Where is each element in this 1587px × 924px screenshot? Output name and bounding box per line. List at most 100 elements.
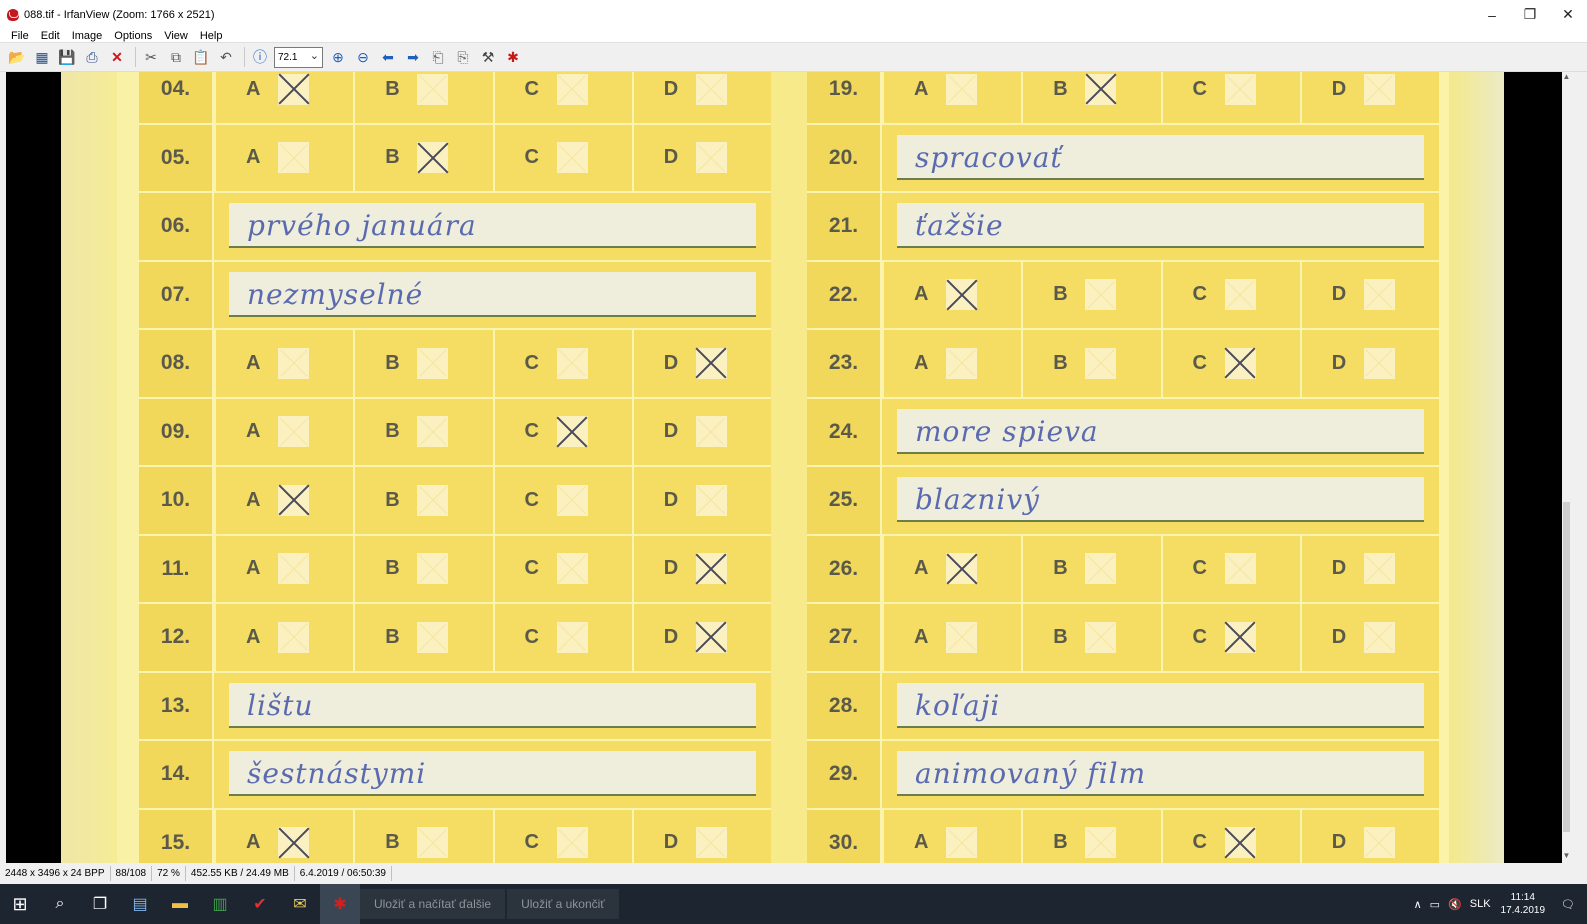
option-a: A — [884, 809, 1024, 863]
option-letter: B — [385, 488, 400, 511]
option-letter: B — [1053, 77, 1068, 100]
restore-button[interactable]: ❐ — [1511, 0, 1549, 29]
empty-box — [417, 416, 449, 448]
option-letter: B — [385, 351, 400, 374]
handwritten-answer: spracovať — [915, 140, 1063, 174]
menu-edit[interactable]: Edit — [35, 29, 66, 43]
empty-box — [1224, 553, 1256, 585]
answer-field: lištu — [229, 682, 756, 728]
question-number: 24. — [807, 398, 882, 465]
delete-icon[interactable]: ✕ — [106, 46, 128, 68]
answer-field: koľaji — [897, 682, 1424, 728]
close-button[interactable]: ✕ — [1549, 0, 1587, 29]
copy-icon[interactable]: ⧉ — [165, 46, 187, 68]
handwritten-answer: šestnástymi — [247, 757, 427, 790]
menu-file[interactable]: File — [0, 29, 35, 43]
vertical-scrollbar[interactable]: ▲ ▼ — [1562, 72, 1571, 863]
question-number: 08. — [139, 330, 214, 397]
scroll-down-icon[interactable]: ▼ — [1562, 851, 1571, 863]
previous-icon[interactable]: ⬅ — [377, 46, 399, 68]
paste-icon[interactable]: 📋 — [190, 46, 212, 68]
next-icon[interactable]: ➡ — [402, 46, 424, 68]
network-icon[interactable]: ▭ — [1430, 898, 1440, 911]
empty-box — [1363, 73, 1395, 105]
search-icon[interactable]: ⌕ — [40, 884, 80, 924]
taskbar-task-save-exit[interactable]: Uložiť a ukončiť — [507, 889, 619, 919]
option-letter: D — [663, 625, 679, 648]
menu-help[interactable]: Help — [194, 29, 229, 43]
empty-box — [1224, 279, 1256, 311]
empty-box — [278, 347, 309, 379]
windows-start-icon[interactable]: ⊞ — [0, 884, 40, 924]
option-letter: A — [246, 557, 261, 580]
answer-options: A B C D — [216, 535, 771, 602]
question-row: 22. A B C D — [807, 261, 1439, 330]
option-letter: D — [1331, 625, 1347, 648]
image-viewport[interactable]: 04. A B C D 05. A B C D 06. prvého januára 07. nezmys… — [6, 72, 1562, 863]
menu-view[interactable]: View — [158, 29, 194, 43]
option-a: A — [884, 330, 1024, 397]
question-number: 25. — [807, 467, 882, 534]
option-b: B — [1023, 604, 1163, 671]
notepad-icon[interactable]: ▤ — [120, 884, 160, 924]
minimize-button[interactable]: – — [1473, 0, 1511, 29]
answer-options: A B C D — [884, 261, 1439, 328]
question-number: 14. — [139, 741, 214, 808]
notifications-icon[interactable]: 🗨 — [1561, 898, 1575, 911]
option-letter: B — [385, 146, 400, 169]
option-b: B — [355, 72, 495, 123]
scrollbar-thumb[interactable] — [1563, 502, 1570, 832]
open-folder-icon[interactable]: 📂 — [6, 46, 28, 68]
question-number: 09. — [139, 398, 214, 465]
clock[interactable]: 11:14 17.4.2019 — [1501, 891, 1546, 917]
question-row: 10. A B C D — [139, 467, 771, 536]
menu-options[interactable]: Options — [108, 29, 158, 43]
checkmark-app-icon[interactable]: ✔ — [240, 884, 280, 924]
spreadsheet-icon[interactable]: ▥ — [200, 884, 240, 924]
zoom-out-icon[interactable]: ⊖ — [352, 46, 374, 68]
option-d: D — [1301, 72, 1439, 123]
empty-box — [1363, 279, 1395, 311]
tray-chevron-icon[interactable]: ∧ — [1414, 898, 1422, 911]
question-row: 26. A B C D — [807, 535, 1439, 604]
properties-icon[interactable]: ⚒ — [477, 46, 499, 68]
status-datetime: 6.4.2019 / 06:50:39 — [295, 866, 392, 881]
print-icon[interactable]: ⎙ — [81, 46, 103, 68]
page-last-icon[interactable]: ⎘ — [452, 46, 474, 68]
empty-box — [417, 347, 449, 379]
option-letter: D — [663, 831, 679, 854]
save-icon[interactable]: 💾 — [56, 46, 78, 68]
window-controls: – ❐ ✕ — [1473, 0, 1587, 29]
thumbnails-icon[interactable]: ▦ — [31, 46, 53, 68]
cut-icon[interactable]: ✂ — [140, 46, 162, 68]
file-explorer-icon[interactable]: ▬ — [160, 884, 200, 924]
task-view-icon[interactable]: ❐ — [80, 884, 120, 924]
undo-icon[interactable]: ↶ — [215, 46, 237, 68]
stamp-app-icon[interactable]: ✉ — [280, 884, 320, 924]
zoom-in-icon[interactable]: ⊕ — [327, 46, 349, 68]
zoom-select[interactable]: 72.1 — [274, 46, 323, 68]
answer-field: šestnástymi — [229, 751, 756, 796]
menu-image[interactable]: Image — [66, 29, 109, 43]
option-c: C — [494, 330, 634, 397]
empty-box — [278, 416, 309, 448]
checked-box — [946, 553, 977, 585]
handwritten-answer: ťažšie — [915, 209, 1004, 242]
scroll-up-icon[interactable]: ▲ — [1562, 72, 1571, 84]
option-letter: D — [663, 77, 679, 100]
exit-icon[interactable]: ✱ — [502, 46, 524, 68]
option-letter: C — [524, 488, 539, 511]
answer-options: A B C D — [216, 330, 771, 397]
volume-muted-icon[interactable]: 🔇 — [1448, 898, 1462, 911]
question-row: 11. A B C D — [139, 535, 771, 604]
info-icon[interactable]: ⓘ — [249, 46, 271, 68]
irfanview-taskbar-icon[interactable]: ✱ — [320, 884, 360, 924]
page-first-icon[interactable]: ⎗ — [427, 46, 449, 68]
option-a: A — [216, 535, 356, 602]
empty-box — [695, 416, 727, 448]
language-indicator[interactable]: SLK — [1470, 898, 1491, 910]
taskbar-task-save-next[interactable]: Uložiť a načítať ďalšie — [360, 889, 506, 919]
option-c: C — [1162, 330, 1302, 397]
scanned-page: 04. A B C D 05. A B C D 06. prvého januára 07. nezmys… — [61, 72, 1504, 863]
page-margin-left — [61, 72, 117, 863]
